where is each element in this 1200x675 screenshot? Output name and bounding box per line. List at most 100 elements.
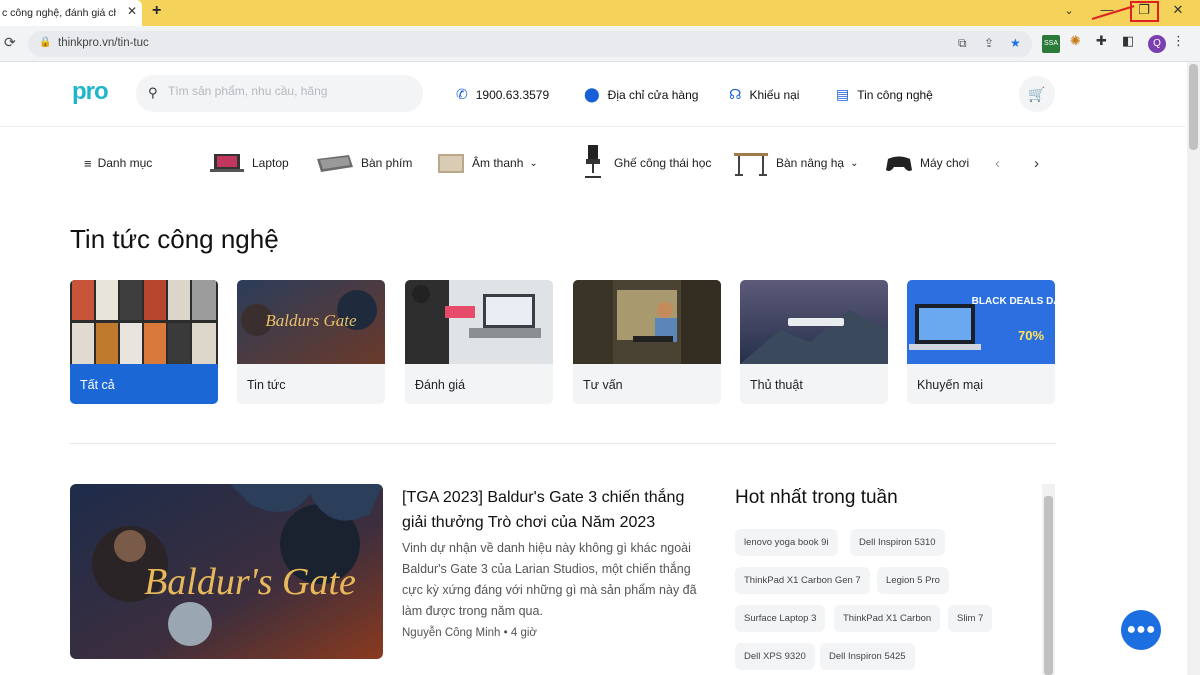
share-icon[interactable]: ⇪: [984, 36, 994, 50]
news-tab-label: Đánh giá: [415, 378, 466, 392]
hot-tag[interactable]: Dell Inspiron 5425: [820, 643, 915, 670]
chevron-down-icon: ⌄: [529, 157, 538, 169]
category-menu-button[interactable]: ≡ Danh mục: [84, 148, 152, 178]
reload-icon[interactable]: ⟳: [4, 34, 16, 51]
category-menu-label: Danh mục: [97, 156, 153, 170]
bookmark-star-icon[interactable]: ★: [1010, 36, 1021, 50]
hot-tag[interactable]: Dell Inspiron 5310: [850, 529, 945, 556]
category-label: Âm thanh: [472, 156, 524, 170]
laptop-review-thumbnail: [405, 280, 553, 364]
hot-section-scroll-thumb[interactable]: [1044, 496, 1053, 675]
new-tab-button[interactable]: +: [152, 2, 161, 20]
browser-tab[interactable]: c công nghệ, đánh giá chi ✕: [0, 0, 142, 26]
tab-search-icon[interactable]: ⌄: [1058, 4, 1080, 17]
news-tab-label: Thủ thuật: [750, 378, 803, 392]
open-in-app-icon[interactable]: ⧉: [958, 36, 967, 51]
extension-puzzle-color-icon[interactable]: ✺: [1070, 33, 1081, 49]
location-pin-icon: ⬤: [584, 86, 600, 102]
news-tab-advice[interactable]: Tư vấn: [573, 280, 721, 404]
svg-text:70%: 70%: [1018, 328, 1044, 343]
news-tab-label: Tin tức: [247, 378, 286, 392]
article-time: 4 giờ: [510, 627, 537, 639]
extension-icon[interactable]: SSA: [1042, 35, 1060, 53]
news-tab-label: Tất cả: [80, 378, 115, 392]
chevron-down-icon: ⌄: [850, 157, 859, 169]
news-tab-tips[interactable]: Thủ thuật: [740, 280, 888, 404]
menu-icon: ≡: [84, 155, 92, 171]
baldurs-gate-cover: Baldur's Gate: [70, 484, 383, 659]
hot-tag[interactable]: ThinkPad X1 Carbon Gen 7: [735, 567, 870, 594]
hot-tag[interactable]: Slim 7: [948, 605, 993, 632]
category-keyboard[interactable]: Bàn phím: [315, 148, 412, 178]
news-tab-label: Tư vấn: [583, 378, 623, 392]
chat-bubble-icon[interactable]: ●●●: [1121, 610, 1161, 650]
featured-article-image[interactable]: Baldur's Gate: [70, 484, 383, 659]
header-divider: [0, 126, 1186, 127]
black-deals-banner: BLACK DEALS DAY 70%: [907, 280, 1055, 364]
chair-icon: [585, 145, 601, 178]
chevron-left-icon[interactable]: ‹: [995, 155, 1000, 172]
meta-separator: •: [503, 627, 511, 639]
hot-tag[interactable]: Legion 5 Pro: [877, 567, 949, 594]
site-logo[interactable]: pro: [72, 78, 109, 106]
laptop-icon: [210, 154, 244, 172]
url-text[interactable]: thinkpro.vn/tin-tuc: [58, 37, 149, 49]
category-gaming[interactable]: Máy chơi: [884, 148, 969, 178]
featured-article-description: Vinh dự nhận về danh hiệu này không gì k…: [402, 541, 697, 618]
extensions-icon[interactable]: ✚: [1096, 33, 1107, 49]
profile-avatar[interactable]: Q: [1148, 35, 1166, 53]
chevron-right-icon[interactable]: ›: [1034, 155, 1039, 172]
page-title: Tin tức công nghệ: [70, 224, 279, 254]
omnibox[interactable]: 🔒 thinkpro.vn/tin-tuc ⧉ ⇪ ★: [28, 31, 1032, 57]
cart-icon[interactable]: 🛒: [1019, 76, 1055, 112]
category-label: Máy chơi: [920, 156, 970, 170]
category-ergonomic-chair[interactable]: Ghế công thái học: [578, 145, 712, 178]
gamepad-icon: [886, 156, 912, 171]
search-box[interactable]: ⚲: [136, 75, 423, 112]
library-thumbnail: [573, 280, 721, 364]
store-address-link[interactable]: ⬤ Địa chỉ cửa hàng: [584, 86, 698, 103]
news-tab-all[interactable]: Tất cả: [70, 280, 218, 404]
featured-article-title[interactable]: [TGA 2023] Baldur's Gate 3 chiến thắng g…: [402, 485, 702, 535]
hot-tag[interactable]: Dell XPS 9320: [735, 643, 815, 670]
keyboard-icon: [317, 155, 353, 172]
search-input[interactable]: [168, 84, 408, 98]
search-icon: ⚲: [148, 85, 158, 100]
browser-tab-strip: c công nghệ, đánh giá chi ✕ + ⌄ — ❐ ✕: [0, 0, 1200, 26]
category-standing-desk[interactable]: Bàn nâng hạ ⌄: [732, 148, 858, 178]
lockers-image: [70, 280, 218, 364]
news-tab-label: Khuyến mại: [917, 378, 984, 392]
svg-text:Baldur's Gate: Baldur's Gate: [144, 561, 356, 603]
news-tab-news[interactable]: Baldurs Gate Tin tức: [237, 280, 385, 404]
article-author: Nguyễn Công Minh: [402, 627, 501, 639]
close-window-button[interactable]: ✕: [1167, 2, 1189, 18]
page-scrollbar[interactable]: [1187, 62, 1200, 675]
svg-text:Baldurs Gate: Baldurs Gate: [265, 311, 357, 330]
category-audio[interactable]: Âm thanh ⌄: [436, 148, 538, 178]
hot-section-scrollbar[interactable]: [1042, 484, 1055, 675]
side-panel-icon[interactable]: ◧: [1122, 33, 1134, 49]
featured-article-meta: Nguyễn Công Minh • 4 giờ: [402, 627, 537, 639]
browser-menu-icon[interactable]: ⋮: [1172, 33, 1185, 49]
tech-news-link[interactable]: ▤ Tin công nghệ: [836, 86, 933, 103]
page-scroll-thumb[interactable]: [1189, 64, 1198, 150]
hotline-link[interactable]: ✆ 1900.63.3579: [456, 86, 549, 103]
hot-tag[interactable]: lenovo yoga book 9i: [735, 529, 838, 556]
document-icon: ▤: [836, 86, 850, 102]
category-label: Ghế công thái học: [614, 156, 712, 170]
news-tab-review[interactable]: Đánh giá: [405, 280, 553, 404]
tab-close-icon[interactable]: ✕: [124, 4, 140, 18]
news-tab-promotion[interactable]: BLACK DEALS DAY 70% Khuyến mại: [907, 280, 1055, 404]
hot-section-title: Hot nhất trong tuần: [735, 487, 898, 508]
highlight-box: [1130, 1, 1159, 22]
hotline-text: 1900.63.3579: [475, 87, 550, 102]
hot-tag[interactable]: ThinkPad X1 Carbon: [834, 605, 941, 632]
store-address-text: Địa chỉ cửa hàng: [607, 87, 699, 102]
complaint-link[interactable]: ☊ Khiếu nại: [729, 86, 799, 103]
hot-tag[interactable]: Surface Laptop 3: [735, 605, 826, 632]
lock-icon[interactable]: 🔒: [39, 37, 51, 48]
section-divider: [70, 443, 1056, 444]
baldurs-gate-thumbnail: Baldurs Gate: [237, 280, 385, 364]
category-laptop[interactable]: Laptop: [208, 148, 289, 178]
standing-desk-icon: [734, 153, 768, 176]
